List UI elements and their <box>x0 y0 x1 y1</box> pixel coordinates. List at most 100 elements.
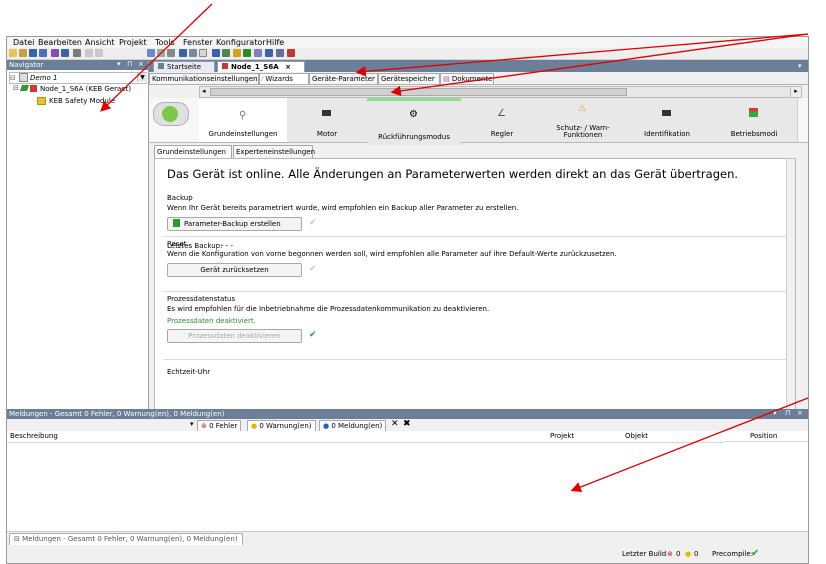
report-icon[interactable] <box>276 49 284 57</box>
pin-icon[interactable]: ⊓ <box>127 60 132 68</box>
tab-dokumente[interactable]: ▤ Dokumente <box>440 73 494 84</box>
tree-node-device[interactable]: ⊟ Node_1_S6A (KEB Geraet) <box>13 84 147 94</box>
content-scrollbar[interactable] <box>786 159 795 410</box>
wizard-step-schutz[interactable]: ⚠ Schutz- / Warn- Funktionen <box>543 98 624 142</box>
tab-experteneinstellungen[interactable]: Experteneinstellungen <box>233 145 315 158</box>
messages-tab-icon: ⊟ <box>14 535 20 543</box>
device-tab-icon <box>222 63 228 69</box>
operating-modes-icon <box>749 108 758 117</box>
tab-grundeinstellungen[interactable]: Grundeinstellungen <box>154 145 232 158</box>
chevron-down-icon[interactable]: ▼ <box>137 73 147 82</box>
tab-node[interactable]: Node_1_S6A × <box>217 61 305 72</box>
tab-kommunikation[interactable]: Kommunikationseinstellungen <box>149 73 259 84</box>
new-icon[interactable] <box>9 49 17 57</box>
page-icon[interactable] <box>199 49 207 57</box>
tree-collapse-icon[interactable]: ⊟ <box>13 84 19 92</box>
warning-icon: ● <box>685 550 692 558</box>
navigator-header: Navigator ▾ ⊓ × <box>7 60 148 70</box>
wizard-step-rueckfuehrung[interactable]: ⚙ Rückführungsmodus <box>367 98 462 145</box>
open-icon[interactable] <box>19 49 27 57</box>
messages-filter-bar: ▾ ⊗ 0 Fehler ● 0 Warnung(en) ● 0 Meldung… <box>7 419 808 432</box>
menu-ansicht[interactable]: Ansicht <box>85 38 115 47</box>
network-icon[interactable] <box>189 49 197 57</box>
redo-icon[interactable] <box>95 49 103 57</box>
dropdown-icon[interactable]: ▾ <box>117 60 121 68</box>
trace-icon[interactable] <box>254 49 262 57</box>
wizard-step-regler[interactable]: ∠ Regler <box>461 98 544 142</box>
save-all-icon[interactable] <box>39 49 47 57</box>
wizard-step-identifikation[interactable]: Identifikation <box>623 98 712 142</box>
tab-wizards[interactable]: ⁄ Wizards <box>259 73 309 84</box>
tab-label-node: Node_1_S6A <box>231 63 279 71</box>
menu-tools[interactable]: Tools <box>155 38 175 47</box>
monitor-icon[interactable] <box>265 49 273 57</box>
next-step-button[interactable] <box>153 102 189 126</box>
tab-label-dokumente: Dokumente <box>451 75 493 83</box>
undo-icon[interactable] <box>85 49 93 57</box>
copy-icon[interactable] <box>157 49 165 57</box>
wizard-icon[interactable] <box>233 49 241 57</box>
menu-datei[interactable]: Datei <box>13 38 34 47</box>
wizard-step-betriebsmodi[interactable]: Betriebsmodi <box>711 98 798 142</box>
project-selector[interactable]: ⊟ Demo 1 ▼ <box>9 72 147 84</box>
pd-title: Prozessdatenstatus <box>167 295 236 303</box>
backup-desc: Wenn Ihr Gerät bereits parametriert wurd… <box>167 204 519 212</box>
tab-geraete-parameter[interactable]: Geräte-Parameter <box>309 73 378 84</box>
device-subtabs: Kommunikationseinstellungen ⁄ Wizards Ge… <box>149 72 808 85</box>
wizard-step-grundeinstellungen[interactable]: ⚲ Grundeinstellungen <box>199 98 288 142</box>
close-icon[interactable]: × <box>797 409 803 417</box>
param-icon[interactable] <box>212 49 220 57</box>
print-icon[interactable] <box>73 49 81 57</box>
menu-konfigurator[interactable]: Konfigurator <box>216 38 266 47</box>
compare-icon[interactable] <box>243 49 251 57</box>
download-icon[interactable] <box>61 49 69 57</box>
wizard-step-motor[interactable]: Motor <box>287 98 368 142</box>
arrow-right-icon <box>162 106 178 122</box>
messages-tab-label: Meldungen - Gesamt 0 Fehler, 0 Warnung(e… <box>22 535 238 543</box>
wand-icon: ⁄ <box>262 75 264 83</box>
scope-icon[interactable] <box>222 49 230 57</box>
project-name[interactable]: Demo 1 <box>30 74 57 82</box>
tab-startseite[interactable]: Startseite <box>153 61 215 72</box>
tab-close-icon[interactable]: × <box>285 63 291 71</box>
backup-button[interactable]: Parameter-Backup erstellen <box>167 217 302 231</box>
dropdown-icon[interactable]: ▾ <box>773 409 777 417</box>
clear-icon[interactable]: ✕ <box>391 419 399 429</box>
scroll-right-icon[interactable]: ▸ <box>790 86 802 98</box>
wizard-label-grundeinstellungen: Grundeinstellungen <box>208 130 278 138</box>
device-icon[interactable] <box>179 49 187 57</box>
menu-hilfe[interactable]: Hilfe <box>266 38 284 47</box>
tabs-dropdown-icon[interactable]: ▾ <box>798 62 802 70</box>
clear-all-icon[interactable]: ✖ <box>403 419 411 429</box>
scroll-left-icon[interactable]: ◂ <box>202 87 206 95</box>
wizard-label-motor: Motor <box>316 130 338 138</box>
save-icon[interactable] <box>29 49 37 57</box>
tab-geraetespeicher[interactable]: Gerätespeicher <box>378 73 440 84</box>
col-projekt[interactable]: Projekt <box>550 431 625 443</box>
delete-icon[interactable] <box>167 49 175 57</box>
pd-status: Prozessdaten deaktiviert. <box>167 317 256 325</box>
rtc-section: Echtzeit-Uhr <box>163 359 793 410</box>
build-errors: 0 <box>676 550 681 558</box>
scroll-thumb[interactable] <box>210 88 627 96</box>
menu-projekt[interactable]: Projekt <box>119 38 147 47</box>
filter-dropdown-icon[interactable]: ▾ <box>190 420 194 428</box>
menu-fenster[interactable]: Fenster <box>183 38 213 47</box>
build-icon[interactable] <box>51 49 59 57</box>
reset-button[interactable]: Gerät zurücksetzen <box>167 263 302 277</box>
wrench-icon: ⚲ <box>239 110 247 121</box>
col-beschreibung[interactable]: Beschreibung <box>7 431 550 443</box>
messages-grid: Beschreibung Projekt Objekt Position <box>7 431 808 531</box>
tree-node-safety[interactable]: KEB Safety Module <box>37 96 147 106</box>
project-icon[interactable] <box>287 49 295 57</box>
close-icon[interactable]: × <box>138 60 144 68</box>
tree-expand-icon[interactable]: ⊟ <box>10 74 16 82</box>
backup-icon <box>173 219 180 227</box>
wizard-scrollbar[interactable]: ◂ <box>199 86 800 98</box>
menu-bearbeiten[interactable]: Bearbeiten <box>38 38 82 47</box>
pin-icon[interactable]: ⊓ <box>785 409 790 417</box>
col-position[interactable]: Position <box>725 431 808 442</box>
pd-button[interactable]: Prozessdaten deaktivieren <box>167 329 302 343</box>
cut-icon[interactable] <box>147 49 155 57</box>
col-objekt[interactable]: Objekt <box>625 431 725 443</box>
